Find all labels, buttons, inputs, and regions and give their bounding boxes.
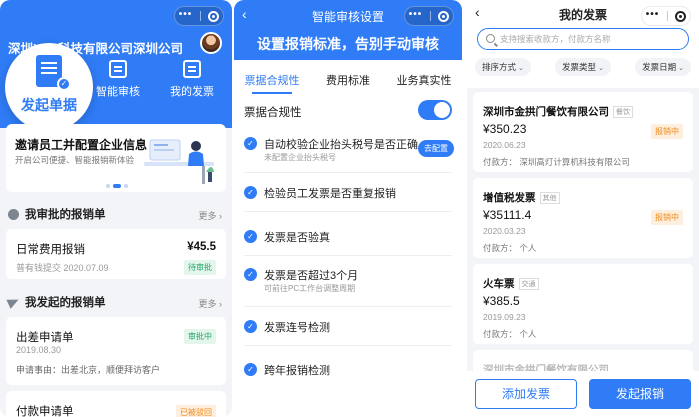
invoice-amount: ¥385.5 [483,294,520,308]
launch-reimbursement-button[interactable]: 发起报销 [589,379,691,409]
status-badge: 待审批 [184,260,216,275]
search-icon [486,34,495,43]
compliance-toggle-row: 票据合规性 [244,100,452,122]
more-dots-icon[interactable]: ••• [409,9,423,20]
more-dots-icon[interactable]: ••• [646,9,660,20]
filter-bar: 排序方式 ⌄ 发票类型 ⌄ 发票日期 ⌄ [475,58,691,76]
invoice-card[interactable]: 增值税发票 其他 ¥35111.4 报销中 2020.03.23 付款方： 个人 [473,178,693,258]
chevron-down-icon: ⌄ [598,65,604,72]
invoice-tag: 其他 [539,192,560,204]
rule-item[interactable]: ✓ 发票是否超过3个月 可前往PC工作台调整周期 [244,267,454,299]
settings-tabs: 票据合规性 费用标准 业务真实性 [234,64,462,94]
invite-banner[interactable]: 邀请员工并配置企业信息 开启公司便捷、智能报销新体验 [6,124,226,192]
rule-item[interactable]: ✓ 发票连号检测 [244,319,454,335]
rule-item[interactable]: ✓ 检验员工发票是否重复报销 [244,185,454,201]
banner-subtitle: 开启公司便捷、智能报销新体验 [15,155,135,165]
tab-compliance[interactable]: 票据合规性 [234,64,310,94]
mini-program-capsule[interactable]: ••• [404,6,454,26]
status-badge: 审批中 [184,329,216,344]
approve-more-link[interactable]: 更多 › [198,209,222,222]
app-showcase: ••• 深圳XXX科技有限公司深圳公司 智能审核 我的发票 ✓ 发起单据 邀请员… [0,0,699,417]
check-circle-icon[interactable]: ✓ [244,186,257,199]
my-section-header: 我发起的报销单 [6,294,106,310]
approve-list-item[interactable]: 日常费用报销 ¥45.5 普有钱提交 2020.07.09 待审批 [6,229,226,279]
invoice-card[interactable]: 火车票 交通 ¥385.5 2019.09.23 付款方： 个人 [473,264,693,344]
close-target-icon[interactable] [675,10,687,22]
audit-icon [109,60,127,78]
home-screen: ••• 深圳XXX科技有限公司深圳公司 智能审核 我的发票 ✓ 发起单据 邀请员… [0,0,232,417]
configure-button[interactable]: 去配置 [418,140,454,157]
status-badge: 报销中 [651,124,683,139]
approve-section-header: 我审批的报销单 [8,206,106,222]
check-circle-icon[interactable]: ✓ [244,230,257,243]
my-list-item[interactable]: 出差申请单 审批中 2019.08.30 申请事由：出差北京，顺便拜访客户 [6,317,226,385]
check-icon: ✓ [57,77,71,91]
invoice-date-filter[interactable]: 发票日期 ⌄ [635,58,691,76]
rule-item[interactable]: ✓ 自动校验企业抬头税号是否正确 未配置企业抬头税号 去配置 [244,136,454,168]
search-placeholder: 支持搜索收款方，付款方名称 [500,34,611,44]
close-target-icon[interactable] [208,10,220,22]
carousel-dots[interactable] [106,184,128,188]
status-badge: 报销中 [651,210,683,225]
rule-item[interactable]: ✓ 跨年报销检测 [244,362,454,378]
check-circle-icon[interactable]: ✓ [244,137,257,150]
invoice-card[interactable]: 深圳市金拱门餐饮有限公司 餐饮 ¥350.23 报销中 2020.06.23 付款… [473,92,693,172]
mini-program-capsule[interactable]: ••• [641,6,691,26]
more-dots-icon[interactable]: ••• [179,9,193,20]
status-badge: 已被驳回 [176,405,216,417]
mini-program-capsule[interactable]: ••• [174,6,224,26]
slogan: 设置报销标准，告别手动审核 [257,36,439,52]
rule-item[interactable]: ✓ 发票是否验真 [244,229,454,245]
tab-business-authenticity[interactable]: 业务真实性 [386,64,462,94]
my-invoices-screen: ‹ 我的发票 ••• 支持搜索收款方，付款方名称 排序方式 ⌄ 发票类型 ⌄ 发票日… [467,0,699,417]
tab-expense-standard[interactable]: 费用标准 [310,64,386,94]
my-list-item[interactable]: 付款申请单 已被驳回 [6,391,226,417]
bottom-action-bar: 添加发票 发起报销 [467,371,699,417]
quick-action-audit[interactable]: 智能审核 [96,60,140,99]
invoice-tag: 餐饮 [613,106,633,118]
compliance-switch[interactable] [418,100,452,120]
invoice-icon [183,60,201,78]
chevron-down-icon: ⌄ [678,65,684,72]
my-more-link[interactable]: 更多 › [198,297,222,310]
sort-filter[interactable]: 排序方式 ⌄ [475,58,531,76]
invoice-type-filter[interactable]: 发票类型 ⌄ [555,58,611,76]
close-target-icon[interactable] [438,10,450,22]
person-icon [8,208,19,220]
quick-action-invoices[interactable]: 我的发票 [170,60,214,99]
send-icon [6,295,21,309]
chevron-down-icon: ⌄ [518,65,524,72]
check-circle-icon[interactable]: ✓ [244,363,257,376]
audit-settings-screen: ‹ 智能审核设置 ••• 设置报销标准，告别手动审核 票据合规性 费用标准 业务… [234,0,462,417]
banner-title: 邀请员工并配置企业信息 [15,138,148,152]
invoice-tag: 交通 [518,278,539,290]
avatar[interactable] [200,32,222,54]
check-circle-icon[interactable]: ✓ [244,268,257,281]
invoice-amount: ¥350.23 [483,122,527,136]
invoice-amount: ¥35111.4 [483,208,532,222]
launch-document-button[interactable]: ✓ 发起单据 [5,43,93,131]
search-input[interactable]: 支持搜索收款方，付款方名称 [477,28,689,50]
check-circle-icon[interactable]: ✓ [244,320,257,333]
add-invoice-button[interactable]: 添加发票 [475,379,577,409]
office-illustration [144,139,214,184]
